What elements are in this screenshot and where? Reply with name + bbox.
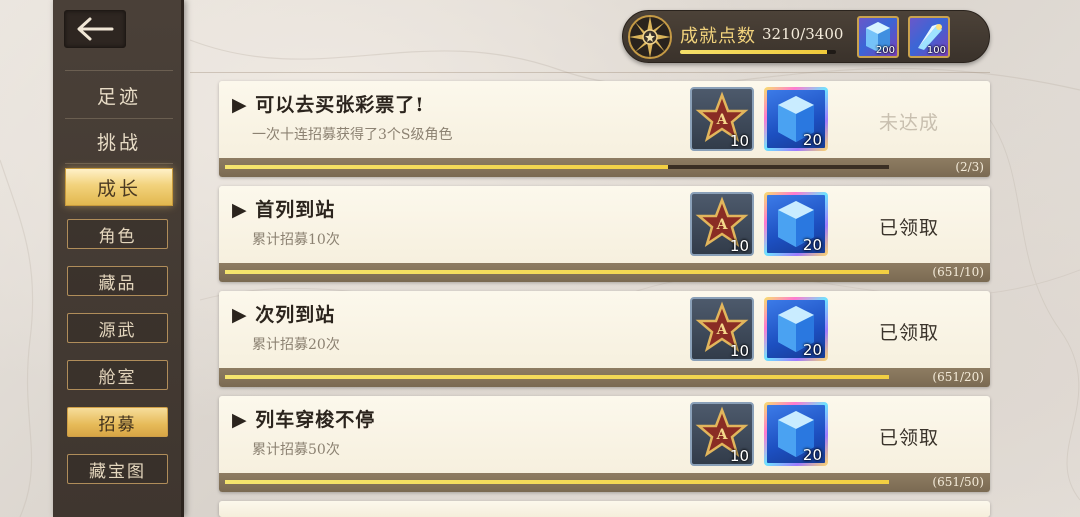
subnav-label: 角色	[98, 226, 137, 247]
arrow-left-icon	[77, 17, 114, 41]
reward-count: 10	[729, 447, 749, 465]
subnav-item-collection[interactable]: 藏品	[67, 266, 168, 296]
subnav-item-weapon[interactable]: 源武	[67, 313, 168, 343]
progress-text: (651/50)	[932, 475, 984, 489]
achievement-card: ▶ 首列到站 累计招募10次 A 10 20 已领取 (651/10)	[219, 186, 990, 282]
subnav-item-treasure-map[interactable]: 藏宝图	[67, 454, 168, 484]
achievement-status[interactable]: 已领取	[879, 318, 939, 345]
subnav-item-recruit[interactable]: 招募	[67, 407, 168, 437]
reward-count: 10	[729, 237, 749, 255]
progress-track	[225, 165, 889, 169]
nav-divider	[65, 118, 173, 119]
reward-count: 200	[875, 45, 895, 56]
achievement-card: ▶ 列车穿梭不停 累计招募50次 A 10 20 已领取 (651/50)	[219, 396, 990, 492]
progress-text: (651/10)	[932, 265, 984, 279]
reward-count: 10	[729, 132, 749, 150]
subnav-label: 招募	[98, 414, 137, 435]
reward-item-cube[interactable]: 20	[764, 87, 828, 151]
nav-item-challenge[interactable]: 挑战	[65, 122, 173, 160]
progress-text: (651/20)	[932, 370, 984, 384]
reward-item-cube[interactable]: 20	[764, 402, 828, 466]
svg-text:A: A	[716, 322, 729, 338]
subnav-label: 源武	[98, 320, 137, 341]
reward-count: 10	[729, 342, 749, 360]
reward-item-star[interactable]: A 10	[690, 192, 754, 256]
nav-label: 成长	[96, 177, 141, 200]
reward-item-star[interactable]: A 10	[690, 402, 754, 466]
points-progress-track	[680, 50, 836, 54]
subnav-item-character[interactable]: 角色	[67, 219, 168, 249]
achievement-card-partial	[219, 501, 990, 517]
achievement-title: ▶ 次列到站	[232, 304, 336, 326]
svg-text:A: A	[716, 112, 729, 128]
svg-text:A: A	[716, 427, 729, 443]
reward-count: 20	[802, 446, 822, 464]
progress-fill	[225, 165, 668, 169]
achievement-title: ▶ 首列到站	[232, 199, 336, 221]
nav-label: 挑战	[96, 131, 141, 154]
progress-text: (2/3)	[955, 160, 984, 174]
subnav-label: 藏宝图	[89, 461, 146, 482]
progress-track	[225, 375, 889, 379]
points-label: 成就点数	[680, 26, 756, 47]
progress-fill	[225, 375, 889, 379]
achievement-status[interactable]: 已领取	[879, 423, 939, 450]
reward-item-cube[interactable]: 20	[764, 192, 828, 256]
nav-divider	[65, 163, 173, 164]
reward-count: 20	[802, 131, 822, 149]
points-reward-1[interactable]: 200	[857, 16, 899, 58]
subnav-label: 舱室	[98, 367, 137, 388]
reward-item-cube[interactable]: 20	[764, 297, 828, 361]
achievement-status: 未达成	[879, 112, 940, 134]
achievement-status[interactable]: 已领取	[879, 213, 939, 240]
achievement-points-bar: 成就点数 3210/3400 200 100	[622, 10, 990, 63]
achievement-desc: 累计招募20次	[252, 337, 340, 353]
achievement-title: ▶ 可以去买张彩票了!	[232, 94, 425, 116]
achievement-card: ▶ 次列到站 累计招募20次 A 10 20 已领取 (651/20)	[219, 291, 990, 387]
achievement-progress-bar: (2/3)	[219, 158, 990, 177]
progress-track	[225, 480, 889, 484]
reward-count: 100	[926, 45, 946, 56]
reward-count: 20	[802, 341, 822, 359]
nav-label: 足迹	[96, 85, 141, 108]
compass-medal-icon	[628, 15, 672, 59]
achievement-card: ▶ 可以去买张彩票了! 一次十连招募获得了3个S级角色 A 10 20 未达成 …	[219, 81, 990, 177]
progress-fill	[225, 480, 889, 484]
subnav-label: 藏品	[98, 273, 137, 294]
nav-item-growth[interactable]: 成长	[65, 168, 173, 206]
reward-item-star[interactable]: A 10	[690, 87, 754, 151]
achievement-progress-bar: (651/50)	[219, 473, 990, 492]
nav-item-footprints[interactable]: 足迹	[65, 76, 173, 114]
subnav-item-cabin[interactable]: 舱室	[67, 360, 168, 390]
reward-count: 20	[802, 236, 822, 254]
points-value: 3210/3400	[762, 25, 844, 43]
achievement-desc: 累计招募10次	[252, 232, 340, 248]
points-progress-fill	[680, 50, 828, 54]
achievement-desc: 一次十连招募获得了3个S级角色	[252, 127, 453, 143]
achievement-progress-bar: (651/10)	[219, 263, 990, 282]
points-reward-2[interactable]: 100	[908, 16, 950, 58]
reward-item-star[interactable]: A 10	[690, 297, 754, 361]
back-button[interactable]	[64, 10, 126, 48]
progress-fill	[225, 270, 889, 274]
sidebar: 足迹 挑战 成长 角色 藏品 源武 舱室 招募 藏宝图	[53, 0, 184, 517]
svg-text:A: A	[716, 217, 729, 233]
progress-track	[225, 270, 889, 274]
header-divider	[190, 72, 990, 73]
achievement-progress-bar: (651/20)	[219, 368, 990, 387]
achievement-title: ▶ 列车穿梭不停	[232, 409, 376, 431]
nav-divider	[65, 70, 173, 71]
achievement-desc: 累计招募50次	[252, 442, 340, 458]
